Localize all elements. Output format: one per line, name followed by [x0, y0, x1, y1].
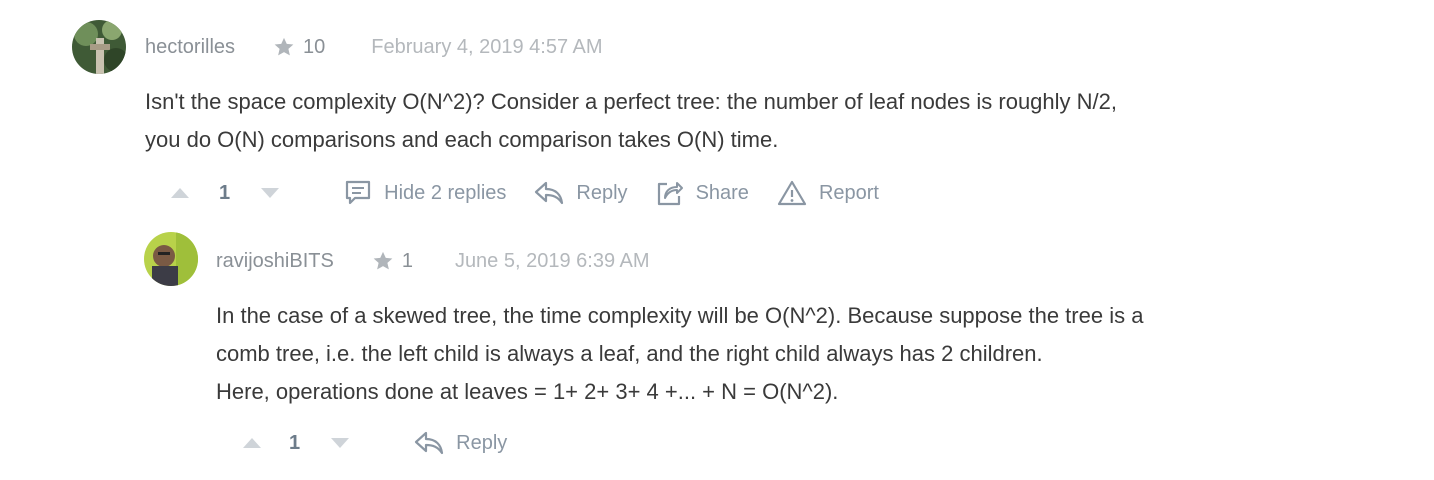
upvote-icon — [243, 437, 261, 448]
comment-body-line: comb tree, i.e. the left child is always… — [216, 341, 1043, 366]
share-button[interactable]: Share — [656, 179, 749, 207]
hide-replies-button[interactable]: Hide 2 replies — [344, 179, 506, 207]
comment-hectorilles: hectorilles 10 February 4, 2019 4:57 AM … — [0, 0, 1434, 220]
comment-date: February 4, 2019 4:57 AM — [371, 35, 603, 58]
reputation: 10 — [273, 36, 325, 59]
upvote-button[interactable] — [242, 432, 262, 455]
comment-body-line: Isn't the space complexity O(N^2)? Consi… — [145, 89, 1117, 114]
reply-label: Reply — [456, 431, 508, 454]
username[interactable]: ravijoshiBITS — [216, 250, 334, 273]
comment-actions: 1 Reply — [242, 428, 507, 458]
downvote-button[interactable] — [260, 182, 280, 205]
reply-icon — [535, 181, 564, 205]
comment-body-line: In the case of a skewed tree, the time c… — [216, 303, 1144, 328]
downvote-icon — [331, 437, 350, 448]
comment-icon — [346, 180, 371, 205]
reputation-count: 10 — [303, 35, 326, 58]
share-icon — [657, 182, 683, 206]
comment-body-line: you do O(N) comparisons and each compari… — [145, 127, 779, 152]
hide-replies-label: Hide 2 replies — [384, 181, 507, 204]
upvote-button[interactable] — [170, 182, 190, 205]
report-label: Report — [818, 181, 879, 204]
avatar-image — [144, 232, 198, 286]
reply-ravijoshiBITS: ravijoshiBITS 1 June 5, 2019 6:39 AM In … — [0, 220, 1434, 480]
comment-meta: ravijoshiBITS 1 June 5, 2019 6:39 AM — [216, 248, 650, 274]
reputation: 1 — [372, 250, 413, 273]
reply-button[interactable]: Reply — [414, 430, 507, 456]
report-button[interactable]: Report — [777, 179, 879, 207]
comment-body: Isn't the space complexity O(N^2)? Consi… — [145, 83, 1117, 159]
avatar-image — [72, 20, 126, 74]
warning-icon — [777, 180, 807, 206]
vote-count: 1 — [289, 431, 301, 454]
avatar[interactable] — [72, 20, 126, 74]
reply-button[interactable]: Reply — [534, 180, 628, 206]
downvote-button[interactable] — [330, 432, 350, 455]
reply-icon — [415, 431, 444, 455]
downvote-icon — [261, 187, 280, 198]
comment-actions: 1 Hide 2 replies Reply Share Report — [170, 178, 879, 208]
avatar[interactable] — [144, 232, 198, 286]
comment-body-line: Here, operations done at leaves = 1+ 2+ … — [216, 379, 839, 404]
reputation-count: 1 — [401, 249, 413, 272]
star-icon — [274, 37, 294, 56]
comment-date: June 5, 2019 6:39 AM — [454, 249, 650, 272]
comment-meta: hectorilles 10 February 4, 2019 4:57 AM — [145, 34, 603, 60]
username[interactable]: hectorilles — [145, 36, 235, 59]
share-label: Share — [695, 181, 749, 204]
vote-count: 1 — [219, 181, 231, 204]
comment-body: In the case of a skewed tree, the time c… — [216, 297, 1143, 411]
upvote-icon — [171, 187, 189, 198]
reply-label: Reply — [576, 181, 628, 204]
star-icon — [373, 251, 393, 270]
